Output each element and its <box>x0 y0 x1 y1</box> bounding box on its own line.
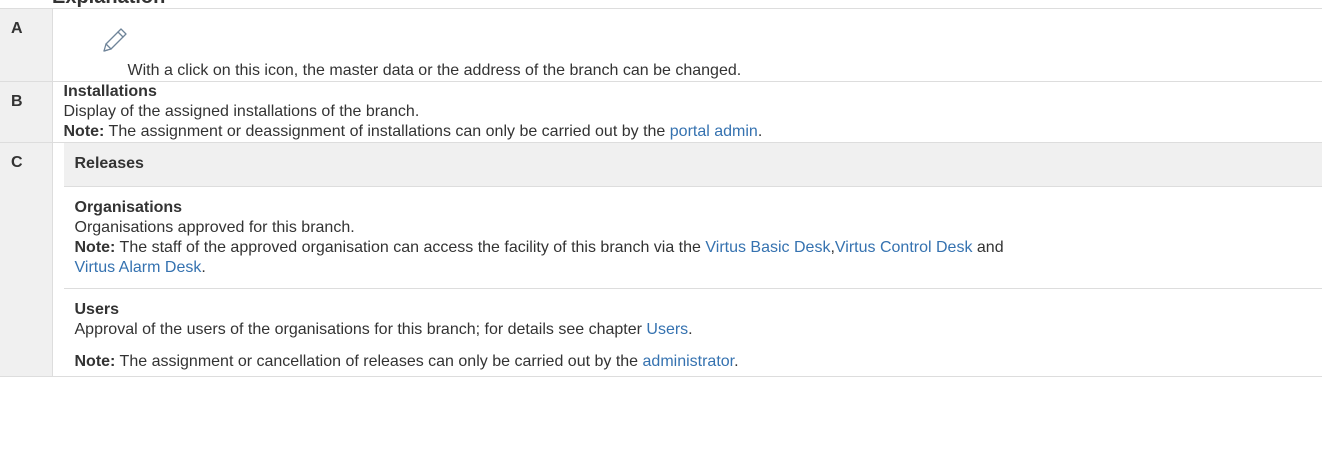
users-note: Note: The assignment or cancellation of … <box>75 352 1322 372</box>
pencil-icon <box>102 28 127 52</box>
installations-title: Installations <box>63 83 157 100</box>
note-label: Note: <box>74 239 116 256</box>
note-label: Note: <box>74 353 116 370</box>
and-text: and <box>976 239 1004 256</box>
installations-note: Note: The assignment or deassignment of … <box>64 122 1322 142</box>
row-content-a: With a click on this icon, the master da… <box>52 8 1322 82</box>
users-desc-line: Approval of the users of the organisatio… <box>75 320 1322 340</box>
note-text: The assignment or cancellation of releas… <box>119 353 639 370</box>
releases-title: Releases <box>63 143 1322 187</box>
table-row-b: B Installations Display of the assigned … <box>0 81 1322 143</box>
row-content-b: Installations Display of the assigned in… <box>52 81 1322 143</box>
users-desc: Approval of the users of the organisatio… <box>74 321 642 338</box>
note-label: Note: <box>63 123 105 140</box>
explanation-table: A With a click on this icon, the master … <box>0 8 1322 377</box>
note-text: The assignment or deassignment of instal… <box>108 123 666 140</box>
row-a-text: With a click on this icon, the master da… <box>127 62 742 79</box>
row-key-c: C <box>0 142 53 377</box>
installations-desc: Display of the assigned installations of… <box>63 103 420 120</box>
note-end: . <box>757 123 763 140</box>
organisations-desc: Organisations approved for this branch. <box>74 219 355 236</box>
virtus-control-desk-link[interactable]: Virtus Control Desk <box>835 239 973 256</box>
users-chapter-link[interactable]: Users <box>646 321 688 338</box>
users-block: Users Approval of the users of the organ… <box>64 289 1322 376</box>
row-key-b: B <box>0 81 53 143</box>
note-end: . <box>734 353 739 370</box>
administrator-link[interactable]: administrator <box>643 353 735 370</box>
note-end: . <box>201 259 206 276</box>
organisations-title: Organisations <box>74 199 183 216</box>
users-title: Users <box>74 301 119 318</box>
table-row-c: C Releases Organisations Organisations a… <box>0 142 1322 377</box>
organisations-note: Note: The staff of the approved organisa… <box>75 238 1322 278</box>
row-key-a: A <box>0 8 53 82</box>
users-desc-end: . <box>688 321 693 338</box>
table-row-a: A With a click on this icon, the master … <box>0 8 1322 82</box>
organisations-block: Organisations Organisations approved for… <box>63 187 1322 289</box>
row-content-c: Releases Organisations Organisations app… <box>52 142 1322 377</box>
note-text: The staff of the approved organisation c… <box>119 239 701 256</box>
virtus-alarm-desk-link[interactable]: Virtus Alarm Desk <box>75 259 202 276</box>
virtus-basic-desk-link[interactable]: Virtus Basic Desk <box>705 239 830 256</box>
portal-admin-link[interactable]: portal admin <box>670 123 758 140</box>
